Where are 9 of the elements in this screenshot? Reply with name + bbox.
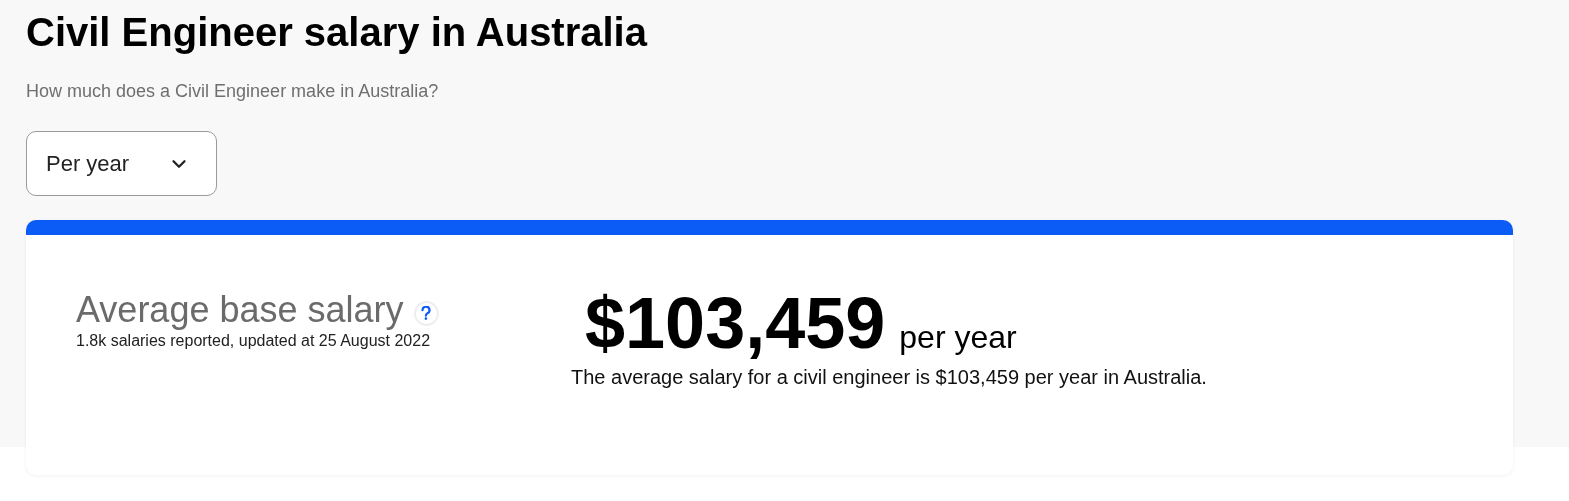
page-title: Civil Engineer salary in Australia — [26, 9, 647, 56]
salary-amount: $103,459 — [585, 285, 886, 361]
help-icon[interactable] — [413, 300, 439, 326]
page-subtitle: How much does a Civil Engineer make in Australia? — [26, 80, 439, 102]
salary-meta: 1.8k salaries reported, updated at 25 August 2022 — [76, 331, 431, 351]
salary-summary: The average salary for a civil engineer is $103,459 per year in Australia. — [571, 365, 1207, 389]
salary-label: Average base salary — [76, 289, 404, 331]
salary-unit: per year — [899, 319, 1017, 355]
period-dropdown[interactable]: Per year — [26, 131, 217, 196]
